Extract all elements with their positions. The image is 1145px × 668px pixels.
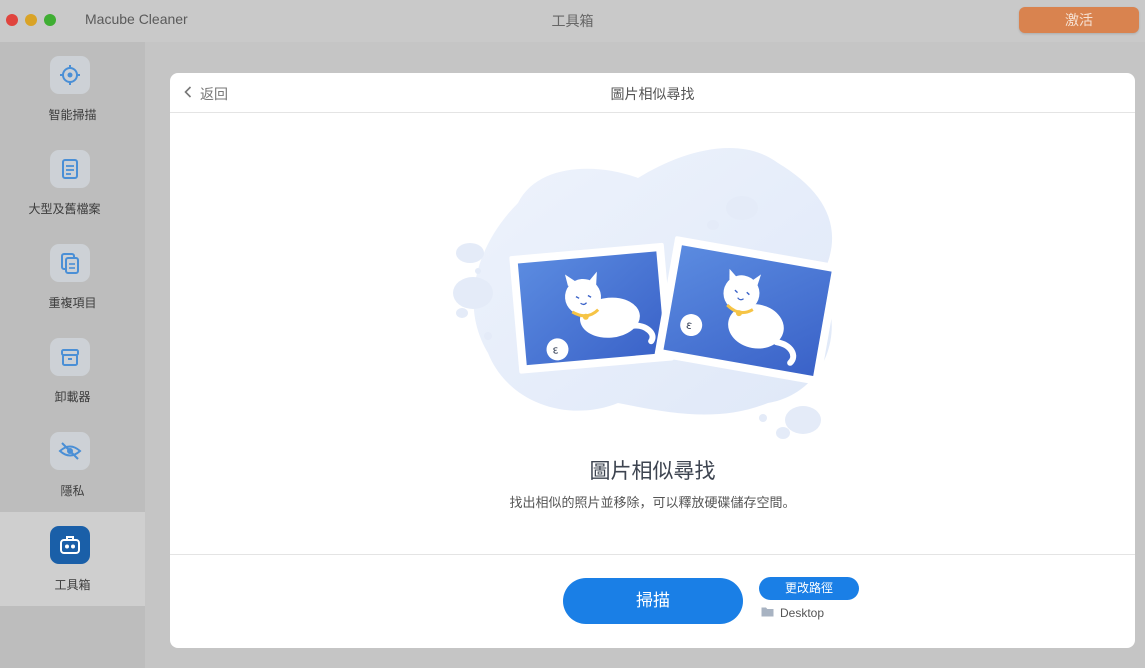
feature-description: 找出相似的照片並移除，可以釋放硬碟儲存空間。 <box>509 496 796 511</box>
sidebar-item-large-old-files[interactable]: 大型及舊檔案 <box>0 136 145 230</box>
svg-text:ε: ε <box>552 343 559 356</box>
divider <box>170 554 1135 555</box>
similar-photos-illustration: ε ε <box>453 147 841 439</box>
path-value: Desktop <box>780 606 825 620</box>
sidebar-item-label: 智能掃描 <box>48 108 97 122</box>
title-bar: Macube Cleaner 工具箱 激活 <box>0 0 1145 42</box>
sidebar-item-label: 工具箱 <box>54 578 91 592</box>
sidebar-item-privacy[interactable]: 隱私 <box>0 418 145 512</box>
panel-title: 圖片相似尋找 <box>610 87 695 103</box>
sidebar-item-toolbox[interactable]: 工具箱 <box>0 512 145 606</box>
duplicate-icon <box>50 244 90 282</box>
change-path-button[interactable]: 更改路徑 <box>759 577 859 600</box>
panel-header: 返回 圖片相似尋找 <box>170 73 1135 113</box>
sidebar-item-duplicates[interactable]: 重複項目 <box>0 230 145 324</box>
window-title: 工具箱 <box>551 14 594 30</box>
eye-slash-icon <box>50 432 90 470</box>
sidebar-item-smart-scan[interactable]: 智能掃描 <box>0 42 145 136</box>
sidebar: 智能掃描 大型及舊檔案 重複項目 卸載器 隱私 工具箱 <box>0 42 145 668</box>
scan-path: Desktop <box>761 606 824 620</box>
scan-button[interactable]: 掃描 <box>563 578 743 624</box>
feature-title: 圖片相似尋找 <box>589 459 716 483</box>
folder-icon <box>761 606 774 620</box>
sidebar-item-label: 重複項目 <box>48 296 97 310</box>
sidebar-item-uninstaller[interactable]: 卸載器 <box>0 324 145 418</box>
document-icon <box>50 150 90 188</box>
toolbox-icon <box>50 526 90 564</box>
activate-button[interactable]: 激活 <box>1019 7 1139 33</box>
box-icon <box>50 338 90 376</box>
similar-photo-panel: 返回 圖片相似尋找 ε ε 圖片相似尋找 找出相似的照片並移除，可以釋放硬碟儲存… <box>170 73 1135 648</box>
target-icon <box>50 56 90 94</box>
sidebar-item-label: 大型及舊檔案 <box>28 202 101 216</box>
sidebar-item-label: 隱私 <box>60 484 85 498</box>
sidebar-item-label: 卸載器 <box>54 390 91 404</box>
